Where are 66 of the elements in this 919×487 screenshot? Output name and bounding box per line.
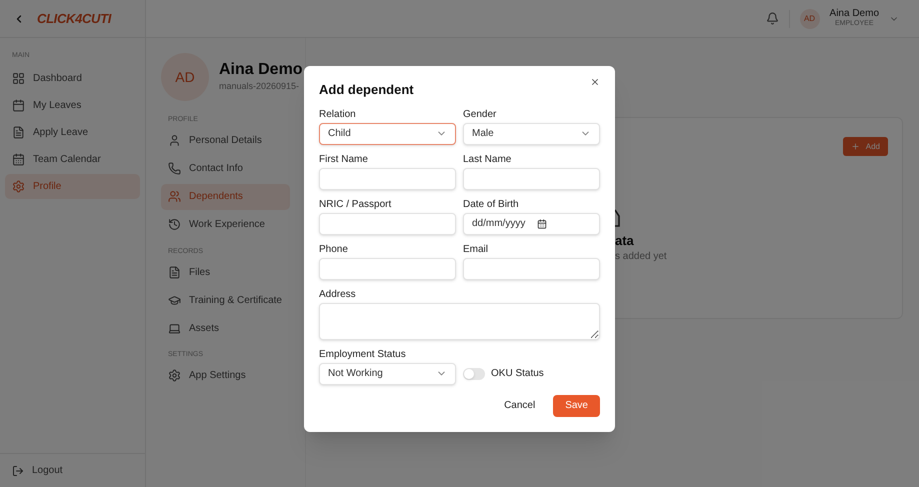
save-button[interactable]: Save [553, 394, 600, 416]
profile-nav-item[interactable]: Dependents [161, 184, 290, 210]
nav-item[interactable]: Dashboard [5, 66, 140, 90]
calendar-icon [12, 98, 25, 112]
file-icon [12, 126, 25, 138]
field-label: Relation [319, 108, 357, 120]
select-field[interactable]: Child [319, 122, 456, 144]
field-label: Gender [463, 108, 498, 120]
profile-nav-item[interactable]: Assets [161, 315, 290, 341]
cancel-button[interactable]: Cancel [498, 394, 542, 416]
profile-nav-item[interactable]: Personal Details [161, 128, 290, 154]
field-label: NRIC / Passport [319, 198, 392, 210]
textarea-field[interactable] [319, 302, 600, 340]
select-field[interactable]: Male [463, 122, 600, 144]
field-label: First Name [319, 152, 369, 166]
date-field[interactable]: dd/mm/yyyy [463, 212, 600, 234]
toggle-label: OKU Status [491, 367, 544, 381]
add-button[interactable]: Add [842, 137, 888, 156]
field-label: Phone [319, 242, 349, 256]
field-label: Email [463, 242, 490, 256]
empty-text: s added yet [615, 250, 668, 264]
nav-item[interactable]: My Leaves [5, 92, 140, 118]
input-field[interactable] [319, 258, 456, 280]
user-icon [168, 134, 181, 147]
profile-avatar: AD [161, 53, 209, 101]
user-name: Aina Demo [830, 8, 879, 18]
profile-name: Aina Demo [219, 60, 303, 80]
file-icon [168, 266, 181, 278]
field-label: Date of Birth [463, 198, 520, 210]
profile-nav-item[interactable]: App Settings [161, 362, 290, 388]
input-field[interactable] [319, 212, 456, 234]
grid-icon [12, 72, 25, 84]
modal-title: Add dependent [319, 81, 414, 99]
profile-nav-item[interactable]: Training & Certificate [161, 287, 290, 313]
laptop-icon [168, 322, 181, 334]
calendar-icon [12, 152, 25, 166]
nav-item[interactable]: Team Calendar [5, 146, 140, 172]
avatar: AD [800, 8, 820, 28]
logo: CLICK4CUTI [37, 10, 112, 28]
toggle-switch[interactable] [463, 368, 485, 380]
input-field[interactable] [319, 168, 456, 190]
input-field[interactable] [463, 258, 600, 280]
input-field[interactable] [463, 168, 600, 190]
profile-nav-item[interactable]: Files [161, 259, 290, 285]
nav-item[interactable]: Profile [5, 174, 140, 198]
profile-nav-item[interactable]: Work Experience [161, 212, 290, 238]
users-icon [168, 190, 181, 203]
logout-link[interactable]: Logout [32, 463, 63, 478]
gear-icon [168, 369, 181, 382]
graduation-cap-icon [168, 294, 181, 306]
select-field[interactable]: Not Working [319, 362, 456, 384]
phone-icon [168, 162, 181, 175]
profile-nav-item[interactable]: Contact Info [161, 156, 290, 182]
profile-subtitle: manuals-20260915- [219, 80, 300, 94]
nav-item[interactable]: Apply Leave [5, 120, 140, 144]
logout-icon [12, 464, 24, 476]
empty-title: ata [615, 233, 635, 249]
gear-icon [12, 180, 25, 192]
history-icon [168, 218, 181, 231]
field-label: Address [319, 288, 357, 300]
bell-icon[interactable] [766, 12, 779, 25]
calendar-icon [537, 218, 547, 228]
close-icon[interactable] [590, 77, 600, 87]
field-label: Employment Status [319, 348, 407, 360]
field-label: Last Name [463, 152, 512, 166]
plus-icon [850, 142, 860, 151]
